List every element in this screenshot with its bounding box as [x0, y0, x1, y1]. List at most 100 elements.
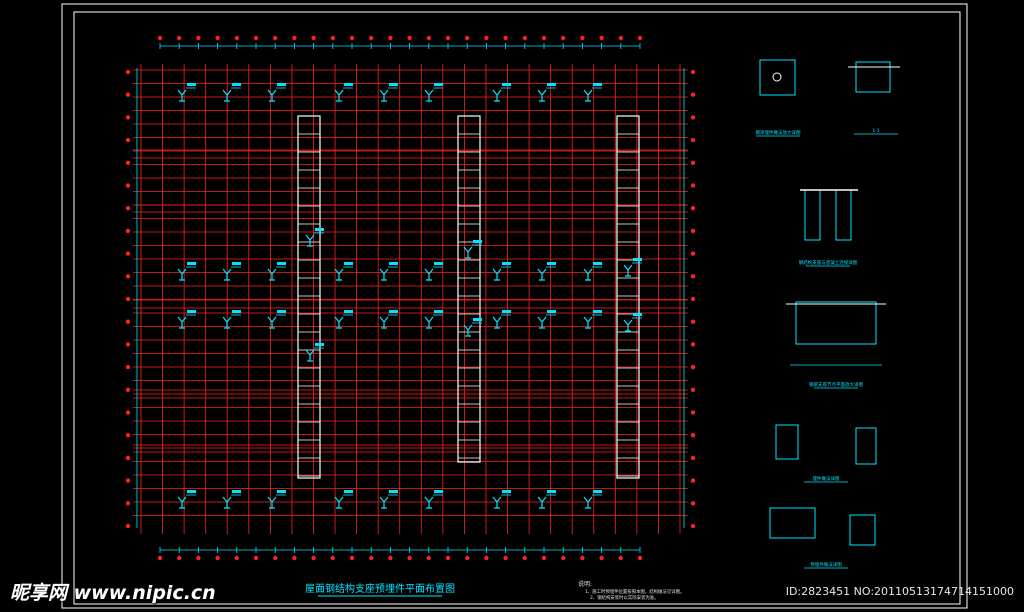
axis-bubble — [273, 555, 278, 561]
marker-tag — [593, 490, 602, 493]
axis-bubble — [125, 433, 131, 438]
axis-bubble — [690, 251, 696, 256]
axis-bubble — [369, 35, 374, 41]
marker-tag — [502, 310, 511, 313]
marker-tag — [232, 310, 241, 313]
detail-caption: 钢梁埋件做法放大详图 — [756, 129, 801, 136]
axis-bubble — [125, 251, 131, 256]
axis-bubble — [125, 296, 131, 302]
marker-tag — [187, 310, 196, 313]
axis-bubble — [690, 433, 696, 438]
axis-bubble — [690, 183, 696, 188]
marker-tag — [593, 310, 602, 313]
axis-bubble — [407, 555, 412, 561]
detail-caption: 埋件做法详图 — [813, 475, 840, 482]
axis-bubble — [445, 35, 451, 41]
marker-tag — [277, 490, 286, 493]
marker-tag — [633, 313, 642, 316]
marker-tag — [633, 258, 642, 261]
axis-bubble — [690, 523, 696, 529]
axis-bubble — [599, 555, 604, 561]
axis-bubble — [349, 555, 355, 561]
axis-bubble — [125, 478, 131, 483]
detail-caption: 1-1 — [872, 128, 879, 134]
axis-bubble — [125, 115, 131, 120]
marker-tag — [473, 318, 482, 321]
watermark-site: 昵享网 www.nipic.cn — [10, 582, 216, 604]
axis-bubble — [580, 555, 585, 561]
axis-bubble — [561, 555, 566, 561]
axis-bubble — [637, 555, 643, 561]
axis-bubble — [690, 115, 696, 120]
axis-bubble — [690, 160, 696, 165]
axis-bubble — [484, 35, 489, 41]
axis-bubble — [690, 410, 696, 415]
axis-bubble — [125, 69, 131, 75]
axis-bubble — [690, 342, 696, 347]
axis-bubble — [618, 555, 623, 561]
marker-tag — [547, 83, 556, 86]
cad-drawing-sheet: 钢梁埋件做法放大详图 1-1 钢结构支座与混凝土连接详图钢梁支座节点平面放大详图埋件… — [0, 0, 1024, 612]
axis-bubble — [125, 92, 131, 97]
axis-bubble — [522, 555, 527, 561]
marker-tag — [232, 262, 241, 265]
axis-bubble — [407, 35, 412, 41]
axis-bubble — [690, 319, 696, 324]
axis-bubble — [349, 35, 355, 41]
axis-bubble — [125, 455, 131, 461]
marker-tag — [187, 490, 196, 493]
axis-bubble — [465, 555, 470, 561]
axis-bubble — [234, 555, 239, 561]
marker-tag — [434, 310, 443, 313]
marker-tag — [389, 310, 398, 313]
axis-bubble — [522, 35, 527, 41]
watermark-id: ID:2823451 NO:20110513174714151000 — [785, 585, 1014, 598]
axis-bubble — [125, 319, 131, 324]
marker-tag — [502, 262, 511, 265]
marker-tag — [389, 262, 398, 265]
marker-tag — [434, 262, 443, 265]
marker-tag — [315, 343, 324, 346]
axis-bubble — [599, 35, 604, 41]
axis-bubble — [125, 523, 131, 529]
marker-tag — [315, 228, 324, 231]
marker-tag — [434, 83, 443, 86]
marker-tag — [389, 490, 398, 493]
marker-tag — [277, 262, 286, 265]
axis-bubble — [196, 35, 201, 41]
axis-bubble — [690, 274, 696, 279]
axis-bubble — [330, 35, 335, 41]
axis-bubble — [580, 35, 585, 41]
axis-bubble — [690, 364, 696, 370]
marker-tag — [389, 83, 398, 86]
axis-bubble — [690, 501, 696, 506]
axis-bubble — [637, 35, 643, 41]
axis-bubble — [177, 35, 182, 41]
axis-bubble — [125, 274, 131, 279]
axis-bubble — [690, 455, 696, 461]
detail-caption: 预埋件做法详图 — [810, 561, 842, 568]
marker-tag — [187, 262, 196, 265]
axis-bubble — [125, 183, 131, 188]
detail-caption: 钢梁支座节点平面放大详图 — [809, 381, 863, 388]
axis-bubble — [273, 35, 278, 41]
marker-tag — [473, 240, 482, 243]
axis-bubble — [503, 555, 508, 561]
axis-bubble — [157, 35, 163, 41]
marker-tag — [232, 83, 241, 86]
drawing-title: 屋面钢结构支座预埋件平面布置图 — [305, 582, 455, 595]
axis-bubble — [690, 478, 696, 483]
axis-bubble — [690, 137, 696, 143]
marker-tag — [547, 262, 556, 265]
axis-bubble — [690, 69, 696, 75]
axis-bubble — [388, 35, 393, 41]
axis-bubble — [388, 555, 393, 561]
marker-tag — [547, 310, 556, 313]
marker-tag — [344, 310, 353, 313]
axis-bubble — [253, 35, 259, 41]
marker-tag — [502, 83, 511, 86]
axis-bubble — [125, 342, 131, 347]
axis-bubble — [177, 555, 182, 561]
axis-bubble — [311, 555, 316, 561]
axis-bubble — [196, 555, 201, 561]
